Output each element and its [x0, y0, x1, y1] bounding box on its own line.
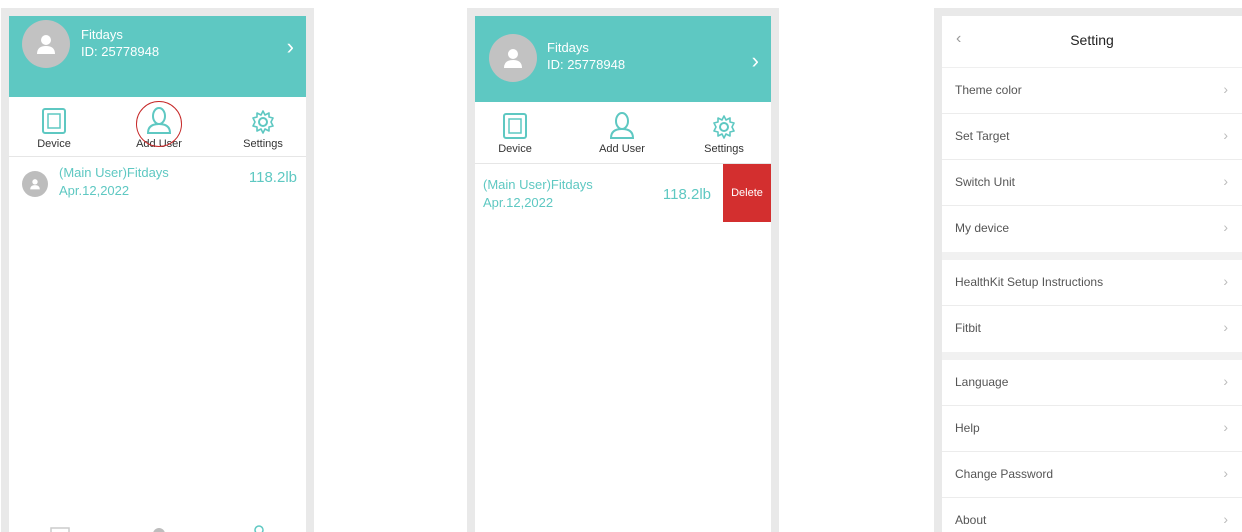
- device-button[interactable]: Device: [475, 108, 555, 155]
- tab-report-icon: [50, 527, 70, 532]
- setting-label: Language: [955, 375, 1009, 389]
- profile-name: Fitdays: [547, 40, 589, 55]
- user-weight: 118.2lb: [662, 186, 711, 203]
- settings-header: ‹ Setting: [942, 16, 1242, 68]
- setting-label: Help: [955, 421, 980, 435]
- avatar: [22, 171, 48, 197]
- setting-label: HealthKit Setup Instructions: [955, 275, 1104, 289]
- add-user-label: Add User: [599, 143, 645, 155]
- setting-label: Change Password: [955, 467, 1054, 481]
- screenshot-canvas: Fitdays ID: 25778948 › Device Add User S…: [0, 0, 1242, 532]
- profile-id: ID: 25778948: [81, 44, 160, 59]
- chevron-right-icon[interactable]: ›: [752, 48, 759, 74]
- setting-help[interactable]: Help ›: [942, 406, 1242, 452]
- user-weight: 118.2lb: [248, 169, 297, 186]
- home-view: Fitdays ID: 25778948 › Device Add User S…: [475, 16, 771, 532]
- profile-info: Fitdays ID: 25778948: [547, 39, 625, 73]
- add-user-icon: [609, 112, 635, 139]
- settings-view: ‹ Setting Theme color › Set Target › Switc…: [942, 16, 1242, 532]
- user-date: Apr.12,2022: [59, 183, 130, 198]
- chevron-right-icon: ›: [1223, 511, 1228, 527]
- settings-group-3: Language › Help › Change Password › About ›: [942, 360, 1242, 532]
- toolbar: Device Add User Settings: [475, 102, 771, 164]
- chevron-right-icon: ›: [1223, 219, 1228, 235]
- profile-header[interactable]: Fitdays ID: 25778948 ›: [475, 16, 771, 102]
- setting-label: About: [955, 513, 987, 527]
- settings-label: Settings: [704, 143, 744, 155]
- setting-fitbit[interactable]: Fitbit ›: [942, 306, 1242, 352]
- toolbar: Device Add User Settings: [9, 97, 306, 157]
- phone-screen-swipe-delete: Fitdays ID: 25778948 › Device Add User S…: [467, 8, 779, 532]
- page-title: Setting: [1070, 32, 1114, 48]
- chevron-right-icon: ›: [1223, 465, 1228, 481]
- setting-label: Set Target: [955, 129, 1010, 143]
- chevron-right-icon[interactable]: ›: [287, 34, 294, 60]
- setting-set-target[interactable]: Set Target ›: [942, 114, 1242, 160]
- tab-bar: [9, 522, 306, 532]
- settings-button[interactable]: Settings: [684, 108, 764, 155]
- phone-screen-settings: ‹ Setting Theme color › Set Target › Switc…: [934, 8, 1242, 532]
- avatar: [22, 20, 70, 68]
- setting-label: My device: [955, 221, 1010, 235]
- settings-label: Settings: [243, 138, 283, 150]
- divider: [942, 352, 1242, 360]
- profile-name: Fitdays: [81, 27, 123, 42]
- device-icon: [42, 108, 66, 134]
- device-icon: [503, 113, 527, 139]
- setting-label: Switch Unit: [955, 175, 1016, 189]
- user-name-block: (Main User)Fitdays Apr.12,2022: [483, 176, 593, 212]
- device-button[interactable]: Device: [14, 103, 94, 150]
- chevron-right-icon: ›: [1223, 419, 1228, 435]
- setting-healthkit[interactable]: HealthKit Setup Instructions ›: [942, 260, 1242, 306]
- setting-switch-unit[interactable]: Switch Unit ›: [942, 160, 1242, 206]
- user-name: (Main User)Fitdays: [483, 177, 593, 192]
- settings-button[interactable]: Settings: [223, 103, 303, 150]
- person-icon: [504, 49, 522, 68]
- settings-gear-icon: [713, 115, 735, 139]
- chevron-right-icon: ›: [1223, 319, 1228, 335]
- settings-gear-icon: [252, 110, 274, 134]
- setting-language[interactable]: Language ›: [942, 360, 1242, 406]
- home-view: Fitdays ID: 25778948 › Device Add User S…: [9, 16, 306, 532]
- settings-group-2: HealthKit Setup Instructions › Fitbit ›: [942, 260, 1242, 352]
- phone-screen-home: Fitdays ID: 25778948 › Device Add User S…: [1, 8, 314, 532]
- user-list-item-swiped[interactable]: (Main User)Fitdays Apr.12,2022 118.2lb D…: [475, 164, 771, 222]
- user-date: Apr.12,2022: [483, 195, 554, 210]
- tab-home-icon: [153, 528, 165, 532]
- person-icon: [30, 179, 40, 190]
- profile-header[interactable]: Fitdays ID: 25778948 ›: [9, 16, 306, 97]
- chevron-right-icon: ›: [1223, 273, 1228, 289]
- person-icon: [37, 35, 55, 54]
- tab-me-icon: [254, 525, 264, 532]
- tab-bar-icons: [50, 525, 264, 532]
- chevron-right-icon: ›: [1223, 127, 1228, 143]
- add-user-button[interactable]: Add User: [582, 108, 662, 155]
- delete-button[interactable]: Delete: [723, 164, 771, 222]
- divider: [942, 252, 1242, 260]
- setting-my-device[interactable]: My device ›: [942, 206, 1242, 252]
- chevron-right-icon: ›: [1223, 81, 1228, 97]
- user-name: (Main User)Fitdays: [59, 165, 169, 180]
- setting-theme-color[interactable]: Theme color ›: [942, 68, 1242, 114]
- profile-info: Fitdays ID: 25778948: [81, 26, 159, 60]
- chevron-right-icon: ›: [1223, 373, 1228, 389]
- chevron-right-icon: ›: [1223, 173, 1228, 189]
- settings-group-1: Theme color › Set Target › Switch Unit › My…: [942, 68, 1242, 252]
- user-list-item[interactable]: (Main User)Fitdays Apr.12,2022 118.2lb: [9, 157, 306, 209]
- setting-label: Fitbit: [955, 321, 982, 335]
- avatar: [489, 34, 537, 82]
- setting-about[interactable]: About ›: [942, 498, 1242, 532]
- device-label: Device: [498, 143, 532, 155]
- profile-id: ID: 25778948: [547, 57, 626, 72]
- setting-label: Theme color: [955, 83, 1022, 97]
- setting-change-password[interactable]: Change Password ›: [942, 452, 1242, 498]
- device-label: Device: [37, 138, 71, 150]
- user-name-block: (Main User)Fitdays Apr.12,2022: [59, 164, 169, 200]
- highlight-circle: [136, 101, 182, 147]
